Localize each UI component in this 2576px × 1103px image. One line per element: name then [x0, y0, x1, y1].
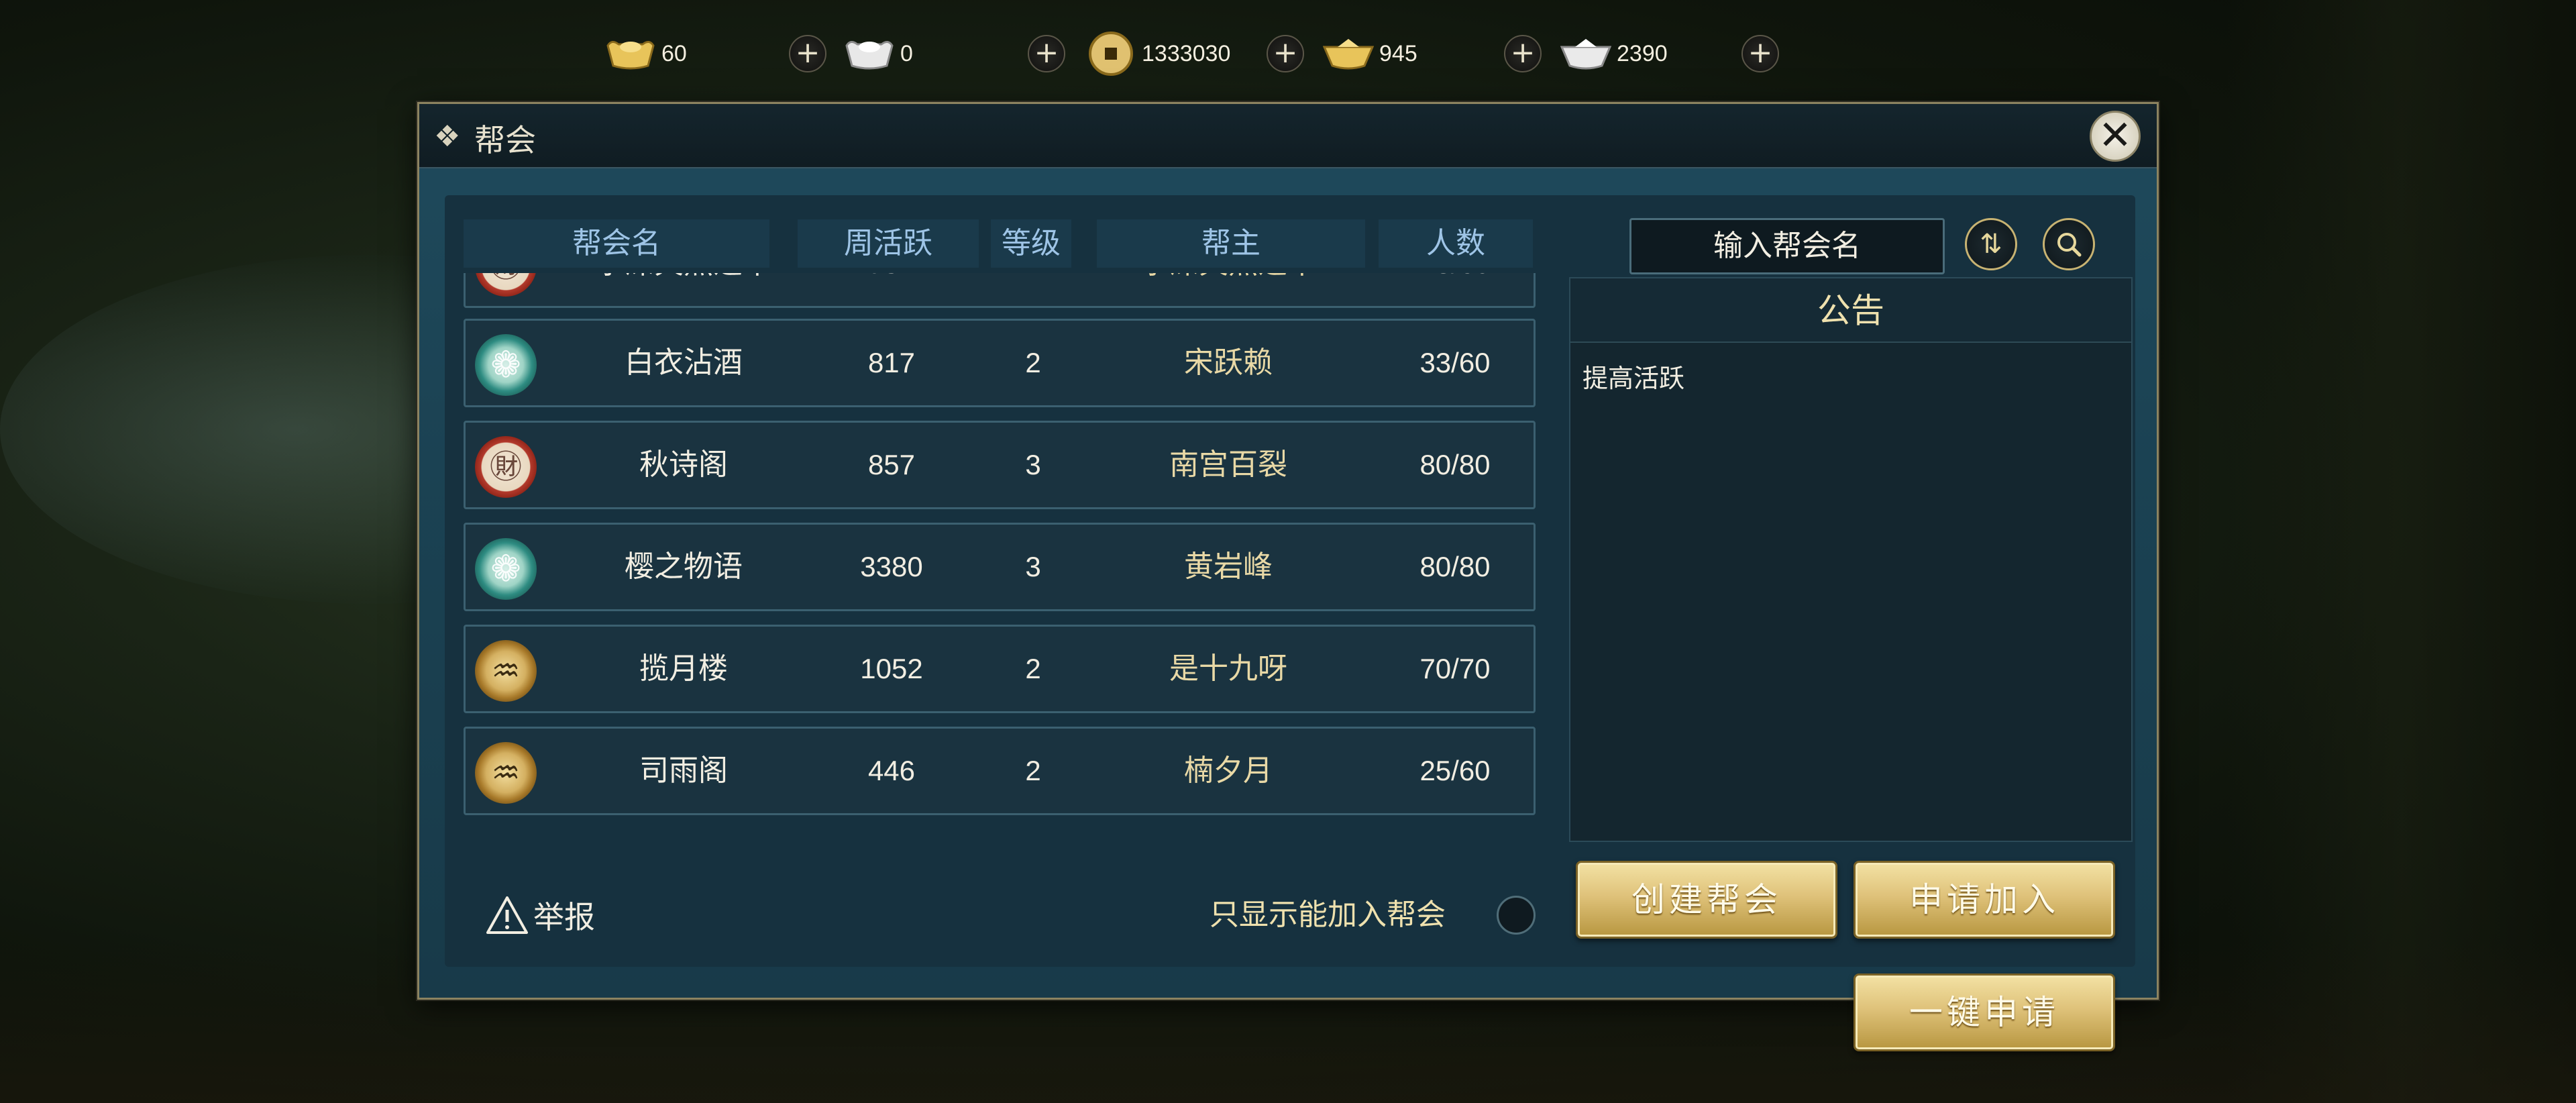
notice-panel: 公告 提高活跃 — [1569, 277, 2133, 842]
refresh-icon: ⇅ — [1980, 229, 2002, 260]
copper-coin-icon — [1084, 32, 1138, 76]
guild-activity: 3380 — [860, 551, 923, 582]
guild-activity: 1052 — [860, 653, 923, 684]
add-silver-ingot-button[interactable]: + — [1028, 35, 1065, 72]
guild-name: 揽月楼 — [639, 651, 728, 686]
guild-row[interactable]: ♒ 揽月楼 1052 2 是十九呀 70/70 — [464, 625, 1536, 713]
joinable-filter-label: 只显示能加入帮会 — [1210, 898, 1446, 932]
silver-ingot-value: 0 — [900, 40, 913, 66]
guild-leader: 楠夕月 — [1184, 753, 1273, 788]
apply-join-button[interactable]: 申请加入 — [1854, 861, 2115, 939]
guild-name: 樱之物语 — [625, 549, 743, 584]
guild-leader: 黄岩峰 — [1184, 549, 1273, 584]
search-button[interactable] — [2043, 218, 2095, 270]
dialog-content: 帮会名 周活跃 等级 帮主 人数 输入帮会名 ⇅ ㊖ 水深火热之中 752 2 … — [445, 195, 2135, 1051]
guild-level: 3 — [1025, 551, 1041, 582]
refresh-button[interactable]: ⇅ — [1965, 218, 2017, 270]
currency-gold-boat: 945 — [1322, 27, 1417, 81]
header-weekly-activity[interactable]: 周活跃 — [798, 219, 979, 268]
dialog-titlebar: ❖ 帮会 ✕ — [419, 104, 2157, 168]
guild-leader: 南宫百裂 — [1169, 448, 1287, 482]
currency-silver-boat: 2390 — [1559, 27, 1668, 81]
guild-leader: 宋跃赖 — [1184, 346, 1273, 380]
currency-copper-coin: 1333030 — [1084, 27, 1230, 81]
guild-members: 80/80 — [1419, 551, 1491, 582]
guild-name: 水深火热之中 — [539, 273, 828, 306]
guild-leader: 是十九呀 — [1169, 651, 1287, 686]
gold-boat-icon — [1322, 35, 1375, 72]
guild-activity: 817 — [867, 347, 916, 378]
guild-level: 2 — [1025, 653, 1041, 684]
guild-activity: 446 — [867, 755, 916, 786]
guild-level: 2 — [1025, 755, 1041, 786]
header-level[interactable]: 等级 — [991, 219, 1071, 268]
dialog-title: 帮会 — [474, 122, 536, 158]
add-silver-boat-button[interactable]: + — [1741, 35, 1779, 72]
report-button[interactable]: 举报 — [485, 892, 595, 939]
guild-row[interactable]: ㊖ 水深火热之中 752 2 水深火热之中 43/60 — [464, 273, 1536, 308]
guild-name: 白衣沾酒 — [625, 346, 743, 380]
guild-name: 秋诗阁 — [639, 448, 728, 482]
guild-search-input[interactable]: 输入帮会名 — [1629, 218, 1945, 274]
gold-ingot-icon — [604, 35, 657, 72]
guild-members: 70/70 — [1419, 653, 1491, 684]
guild-emblem-icon: ♒ — [475, 742, 537, 804]
guild-level: 2 — [1025, 347, 1041, 378]
header-guild-name[interactable]: 帮会名 — [464, 219, 769, 268]
guild-members: 80/80 — [1419, 449, 1491, 480]
gold-ingot-value: 60 — [661, 40, 687, 66]
guild-row[interactable]: ㊖ 秋诗阁 857 3 南宫百裂 80/80 — [464, 421, 1536, 509]
guild-emblem-icon: ❖ — [434, 119, 461, 154]
guild-row[interactable]: ❁ 白衣沾酒 817 2 宋跃赖 33/60 — [464, 319, 1536, 407]
guild-leader: 水深火热之中 — [1091, 273, 1366, 306]
guild-activity: 857 — [867, 449, 916, 480]
add-gold-boat-button[interactable]: + — [1504, 35, 1542, 72]
guild-row[interactable]: ❁ 樱之物语 3380 3 黄岩峰 80/80 — [464, 523, 1536, 611]
guild-row[interactable]: ♒ 司雨阁 446 2 楠夕月 25/60 — [464, 727, 1536, 815]
report-label: 举报 — [533, 899, 595, 935]
currency-gold-ingot: 60 — [604, 27, 687, 81]
guild-emblem-icon: ❁ — [475, 334, 537, 396]
silver-boat-icon — [1559, 35, 1613, 72]
guild-name: 司雨阁 — [639, 753, 728, 788]
guild-members: 33/60 — [1419, 347, 1491, 378]
background-tree — [2227, 0, 2576, 1103]
guild-dialog: ❖ 帮会 ✕ 帮会名 周活跃 等级 帮主 人数 输入帮会名 ⇅ ㊖ 水深火热之中… — [417, 102, 2159, 1051]
guild-activity: 752 — [801, 273, 982, 306]
close-button[interactable]: ✕ — [2090, 111, 2141, 162]
search-icon — [2057, 233, 2082, 257]
notice-body: 提高活跃 — [1582, 364, 1685, 393]
header-members[interactable]: 人数 — [1379, 219, 1533, 268]
warning-icon — [486, 896, 528, 934]
guild-members: 25/60 — [1419, 755, 1491, 786]
one-click-apply-button[interactable]: 一键申请 — [1854, 974, 2115, 1051]
silver-boat-value: 2390 — [1617, 40, 1668, 66]
notice-title: 公告 — [1570, 278, 2131, 343]
copper-coin-value: 1333030 — [1142, 40, 1231, 66]
guild-list[interactable]: ㊖ 水深火热之中 752 2 水深火热之中 43/60 ❁ 白衣沾酒 817 2… — [464, 273, 1536, 846]
silver-ingot-icon — [843, 35, 896, 72]
guild-members: 43/60 — [1378, 273, 1532, 306]
gold-boat-value: 945 — [1379, 40, 1417, 66]
guild-level: 3 — [1025, 449, 1041, 480]
guild-emblem-icon: ㊖ — [475, 273, 537, 297]
joinable-filter-toggle[interactable] — [1497, 896, 1536, 935]
guild-emblem-icon: ㊖ — [475, 436, 537, 498]
header-leader[interactable]: 帮主 — [1097, 219, 1365, 268]
currency-silver-ingot: 0 — [843, 27, 913, 81]
create-guild-button[interactable]: 创建帮会 — [1576, 861, 1837, 939]
add-copper-coin-button[interactable]: + — [1267, 35, 1304, 72]
guild-emblem-icon: ❁ — [475, 538, 537, 600]
guild-level: 2 — [993, 273, 1073, 306]
add-gold-ingot-button[interactable]: + — [789, 35, 826, 72]
guild-emblem-icon: ♒ — [475, 640, 537, 702]
